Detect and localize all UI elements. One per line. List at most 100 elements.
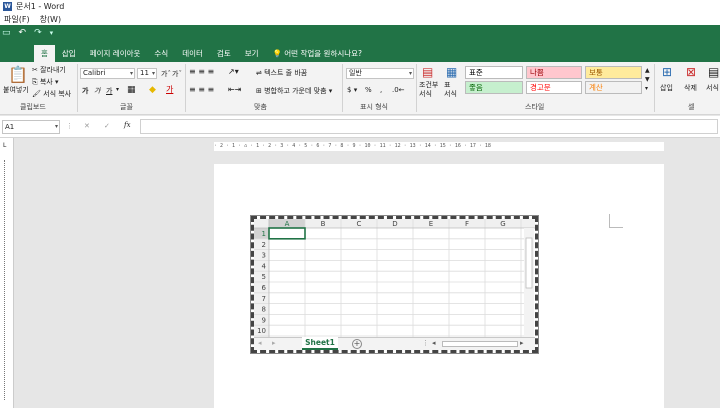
- add-sheet-button[interactable]: +: [352, 339, 362, 349]
- column-header[interactable]: A: [285, 220, 290, 228]
- tab-split-icon[interactable]: ⋮: [422, 339, 429, 347]
- merge-center-button[interactable]: ⊞ 병합하고 가운데 맞춤 ▾: [256, 86, 332, 96]
- vertical-scroll-thumb[interactable]: [525, 237, 533, 289]
- align-left-icon[interactable]: ≡ ≡ ≡: [189, 85, 214, 94]
- row-header[interactable]: 5: [262, 273, 266, 281]
- font-name-combo[interactable]: Calibri ▾: [80, 68, 135, 79]
- grow-font-button[interactable]: 가ˆ: [161, 69, 171, 79]
- format-as-table-icon[interactable]: ▦: [446, 65, 457, 79]
- menu-file[interactable]: 파일(F): [4, 14, 30, 25]
- underline-button[interactable]: 가: [106, 86, 112, 96]
- border-icon[interactable]: ▦: [127, 85, 136, 95]
- style-warning[interactable]: 경고문: [526, 81, 582, 94]
- column-header[interactable]: C: [357, 220, 362, 228]
- tell-me-text: 어떤 작업을 원하시나요?: [284, 49, 363, 58]
- name-box[interactable]: A1 ▾: [2, 120, 60, 134]
- style-normal[interactable]: 표준: [465, 66, 523, 79]
- underline-dropdown-icon[interactable]: ▾: [116, 86, 119, 93]
- wrap-text-button[interactable]: ⇌ 텍스트 줄 바꿈: [256, 68, 307, 78]
- redo-icon[interactable]: ↷: [34, 28, 42, 38]
- conditional-format-button[interactable]: 조건부 서식: [419, 81, 441, 99]
- enter-icon[interactable]: ✓: [104, 122, 110, 130]
- tab-formulas[interactable]: 수식: [147, 47, 175, 62]
- style-calculation[interactable]: 계산: [585, 81, 642, 94]
- format-painter-button[interactable]: 🖌 서식 복사: [32, 89, 71, 99]
- column-header[interactable]: G: [500, 220, 505, 228]
- row-header[interactable]: 1: [262, 230, 266, 238]
- italic-button[interactable]: 가: [94, 86, 100, 96]
- active-cell-a1[interactable]: [268, 227, 306, 240]
- chevron-down-icon: ▾: [408, 70, 412, 77]
- row-header[interactable]: 3: [262, 252, 266, 260]
- style-neutral[interactable]: 보통: [585, 66, 642, 79]
- row-header[interactable]: 6: [262, 284, 267, 292]
- insert-cells-icon[interactable]: ⊞: [662, 65, 672, 79]
- tab-home[interactable]: 홈: [34, 45, 55, 62]
- conditional-format-icon[interactable]: ▤: [422, 65, 433, 79]
- undo-icon[interactable]: ↶: [19, 28, 27, 38]
- save-icon[interactable]: ▭: [2, 28, 11, 38]
- align-top-icon[interactable]: ≡ ≡ ≡: [189, 67, 214, 76]
- delete-cells-button[interactable]: 삭제: [684, 83, 697, 93]
- merge-label: 병합하고 가운데 맞춤: [264, 87, 327, 95]
- copy-button[interactable]: ⎘ 복사 ▾: [32, 77, 58, 87]
- format-as-table-button[interactable]: 표 서식: [444, 81, 458, 99]
- indent-icon[interactable]: ⇤⇥: [228, 85, 241, 94]
- sheet-tab-sheet1[interactable]: Sheet1: [302, 337, 338, 350]
- tab-insert[interactable]: 삽입: [55, 47, 83, 62]
- insert-cells-button[interactable]: 삽입: [660, 83, 673, 93]
- font-color-button[interactable]: 가: [166, 84, 173, 95]
- bold-button[interactable]: 가: [82, 86, 88, 96]
- chevron-down-icon: ▾: [54, 123, 58, 130]
- shrink-font-button[interactable]: 가ˇ: [172, 69, 182, 79]
- paste-icon[interactable]: 📋: [8, 65, 28, 84]
- insert-function-icon[interactable]: fx: [124, 121, 131, 129]
- tab-selector-icon[interactable]: L: [3, 142, 6, 149]
- cancel-icon[interactable]: ✕: [84, 122, 90, 130]
- tell-me-box[interactable]: 💡 어떤 작업을 원하시나요?: [266, 47, 369, 62]
- name-box-value: A1: [5, 123, 15, 131]
- menu-window[interactable]: 창(W): [40, 14, 62, 25]
- formula-input[interactable]: [140, 119, 718, 134]
- delete-cells-icon[interactable]: ⊠: [686, 65, 696, 79]
- tab-nav-right-icon[interactable]: ▸: [272, 339, 276, 347]
- currency-button[interactable]: $ ▾: [347, 86, 357, 94]
- format-cells-button[interactable]: 서식: [706, 83, 719, 93]
- tab-nav-left-icon[interactable]: ◂: [258, 339, 262, 347]
- hscroll-right-icon[interactable]: ▸: [520, 339, 524, 347]
- fill-color-icon[interactable]: ◆: [149, 85, 156, 95]
- column-header[interactable]: F: [465, 220, 469, 228]
- tab-view[interactable]: 보기: [238, 47, 266, 62]
- styles-scroll-icon[interactable]: ▲ ▼ ▾: [645, 66, 650, 93]
- horizontal-scrollbar[interactable]: [442, 341, 518, 347]
- row-header[interactable]: 10: [257, 327, 266, 335]
- tab-data[interactable]: 데이터: [175, 47, 210, 62]
- sheet-grid[interactable]: A B C D E F G 1 2 3 4 5 6 7 8 9 10: [254, 219, 535, 337]
- copy-icon: ⎘: [32, 78, 38, 86]
- row-header[interactable]: 4: [262, 262, 267, 270]
- style-good[interactable]: 좋음: [465, 81, 523, 94]
- row-header[interactable]: 2: [262, 241, 266, 249]
- increase-decimal-icon[interactable]: .0←: [392, 86, 405, 94]
- row-header[interactable]: 7: [262, 295, 266, 303]
- horizontal-ruler: · 2 · 1 · ⌂ · 1 · 2 · 3 · 4 · 5 · 6 · 7 …: [214, 142, 664, 151]
- row-header[interactable]: 8: [262, 306, 266, 314]
- embedded-spreadsheet[interactable]: A B C D E F G 1 2 3 4 5 6 7 8 9 10 ◂ ▸ Sheet1 + ⋮ ◂ ▸: [250, 215, 539, 354]
- percent-button[interactable]: %: [365, 86, 372, 94]
- number-format-combo[interactable]: 일반 ▾: [346, 68, 414, 79]
- tab-review[interactable]: 검토: [210, 47, 238, 62]
- customize-qat-icon[interactable]: ▾: [50, 29, 54, 37]
- row-header[interactable]: 9: [262, 316, 266, 324]
- paste-button[interactable]: 붙여넣기: [3, 85, 29, 95]
- hscroll-left-icon[interactable]: ◂: [432, 339, 436, 347]
- comma-button[interactable]: ,: [380, 86, 382, 94]
- column-header[interactable]: B: [321, 220, 326, 228]
- font-size-combo[interactable]: 11 ▾: [137, 68, 157, 79]
- column-header[interactable]: E: [429, 220, 433, 228]
- format-cells-icon[interactable]: ▤: [708, 65, 719, 79]
- orientation-icon[interactable]: ↗▾: [228, 67, 239, 76]
- style-bad[interactable]: 나쁨: [526, 66, 582, 79]
- tab-page-layout[interactable]: 페이지 레이아웃: [83, 47, 148, 62]
- cut-button[interactable]: ✂ 잘라내기: [32, 65, 66, 75]
- column-header[interactable]: D: [392, 220, 397, 228]
